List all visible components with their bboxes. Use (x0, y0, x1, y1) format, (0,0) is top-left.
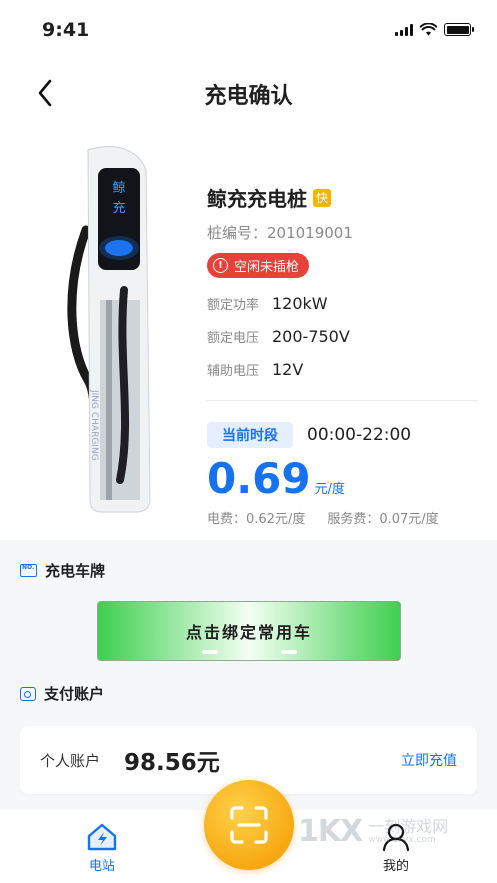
spec-row: 额定电压 200-750V (207, 327, 479, 346)
plate-section-title: 充电车牌 (45, 562, 106, 580)
status-badge: ! 空闲未插枪 (207, 253, 310, 278)
spec-value: 200-750V (272, 327, 350, 346)
spec-row: 额定功率 120kW (207, 294, 479, 313)
wallet-icon (20, 686, 36, 701)
spec-label: 辅助电压 (207, 364, 260, 379)
plate-rivet (202, 650, 218, 654)
license-plate-icon (20, 564, 37, 577)
charger-info: 鲸充充电桩 快 桩编号：201019001 ! 空闲未插枪 额定功率 120kW… (207, 183, 479, 379)
battery-icon (444, 23, 474, 36)
station-icon (87, 823, 117, 851)
account-section-header: 支付账户 (20, 683, 104, 704)
pile-name: 鲸充充电桩 (207, 187, 307, 211)
price-unit: 元/度 (314, 482, 346, 497)
charger-image: 鲸 充 JING CHARGING (67, 146, 151, 513)
tab-mine[interactable]: 我的 (366, 822, 426, 874)
topup-link[interactable]: 立即充值 (401, 750, 457, 770)
fee-breakdown: 电费：0.62元/度 服务费：0.07元/度 (207, 508, 439, 527)
warning-icon: ! (213, 258, 228, 273)
charger-card: 鲸 充 JING CHARGING 鲸充充电桩 快 桩编号：201019001 … (0, 128, 497, 540)
price: 0.69 元/度 (207, 454, 345, 503)
plate-section-header: 充电车牌 (20, 560, 105, 581)
spec-value: 12V (272, 360, 304, 379)
period-tag: 当前时段 (207, 422, 293, 448)
page-title: 充电确认 (204, 84, 293, 109)
tab-station[interactable]: 电站 (72, 822, 132, 874)
spec-row: 辅助电压 12V (207, 360, 479, 379)
pile-number: 桩编号：201019001 (207, 224, 353, 242)
charger-side-text: JING CHARGING (89, 389, 99, 461)
pile-name-row: 鲸充充电桩 快 (207, 183, 479, 212)
plate-rivet (281, 650, 297, 654)
scan-icon (230, 806, 268, 844)
nav-bar: 充电确认 (0, 58, 497, 128)
period-time: 00:00-22:00 (307, 425, 412, 445)
spec-label: 额定电压 (207, 331, 260, 346)
account-balance: 98.56元 (124, 750, 220, 776)
tab-station-label: 电站 (88, 859, 115, 874)
period-row: 当前时段 00:00-22:00 (207, 422, 411, 448)
electric-fee: 电费：0.62元/度 (207, 512, 306, 527)
status-text: 空闲未插枪 (234, 260, 300, 275)
signal-icon (395, 23, 413, 36)
wifi-icon (420, 23, 437, 36)
brand-char-1: 鲸 (112, 181, 125, 196)
bind-car-button[interactable]: 点击绑定常用车 (97, 601, 401, 661)
status-bar: 9:41 (0, 0, 497, 58)
service-fee: 服务费：0.07元/度 (327, 512, 439, 527)
price-value: 0.69 (207, 454, 311, 503)
status-icons (395, 23, 474, 36)
tab-mine-label: 我的 (382, 859, 409, 874)
user-icon (382, 823, 410, 852)
account-label: 个人账户 (40, 752, 101, 770)
bind-car-label: 点击绑定常用车 (185, 623, 312, 642)
fast-charge-badge: 快 (313, 188, 331, 207)
spec-label: 额定功率 (207, 298, 260, 313)
brand-char-2: 充 (112, 200, 125, 216)
divider (207, 400, 479, 401)
scan-button[interactable] (204, 780, 294, 870)
spec-value: 120kW (272, 294, 328, 313)
account-section-title: 支付账户 (44, 685, 105, 703)
status-time: 9:41 (42, 19, 90, 41)
